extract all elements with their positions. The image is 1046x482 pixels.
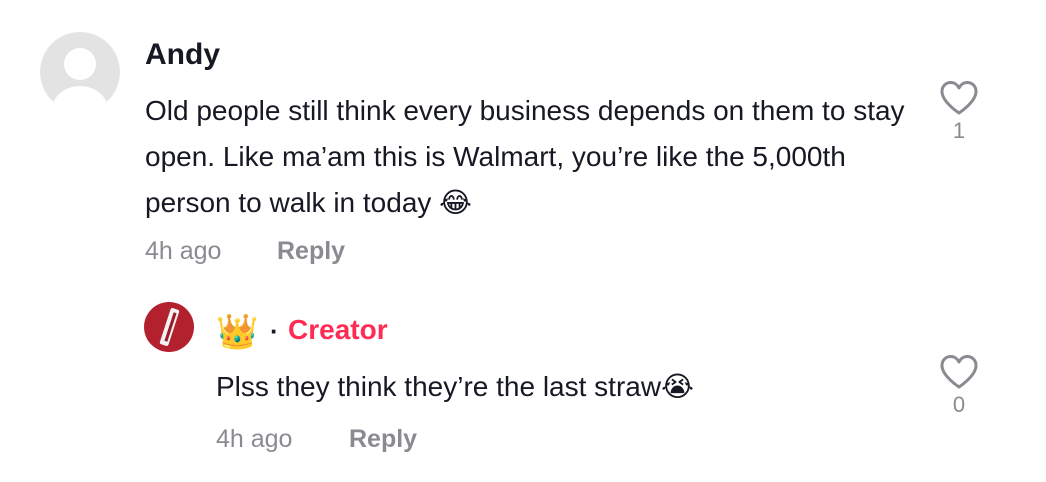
reply-button[interactable]: Reply xyxy=(349,425,417,454)
like-count: 0 xyxy=(952,392,966,417)
reply-text: Plss they think they’re the last straw😭 xyxy=(216,371,694,402)
separator-dot: · xyxy=(270,316,279,346)
crown-emoji-icon: 👑 xyxy=(216,313,259,351)
creator-avatar[interactable] xyxy=(144,302,194,352)
reply-item: 👑 · Creator Plss they think they’re the … xyxy=(0,0,1046,482)
creator-badge: Creator xyxy=(288,314,388,345)
heart-icon xyxy=(940,355,978,389)
like-button[interactable]: 0 xyxy=(937,354,981,418)
reply-timestamp: 4h ago xyxy=(216,425,293,453)
